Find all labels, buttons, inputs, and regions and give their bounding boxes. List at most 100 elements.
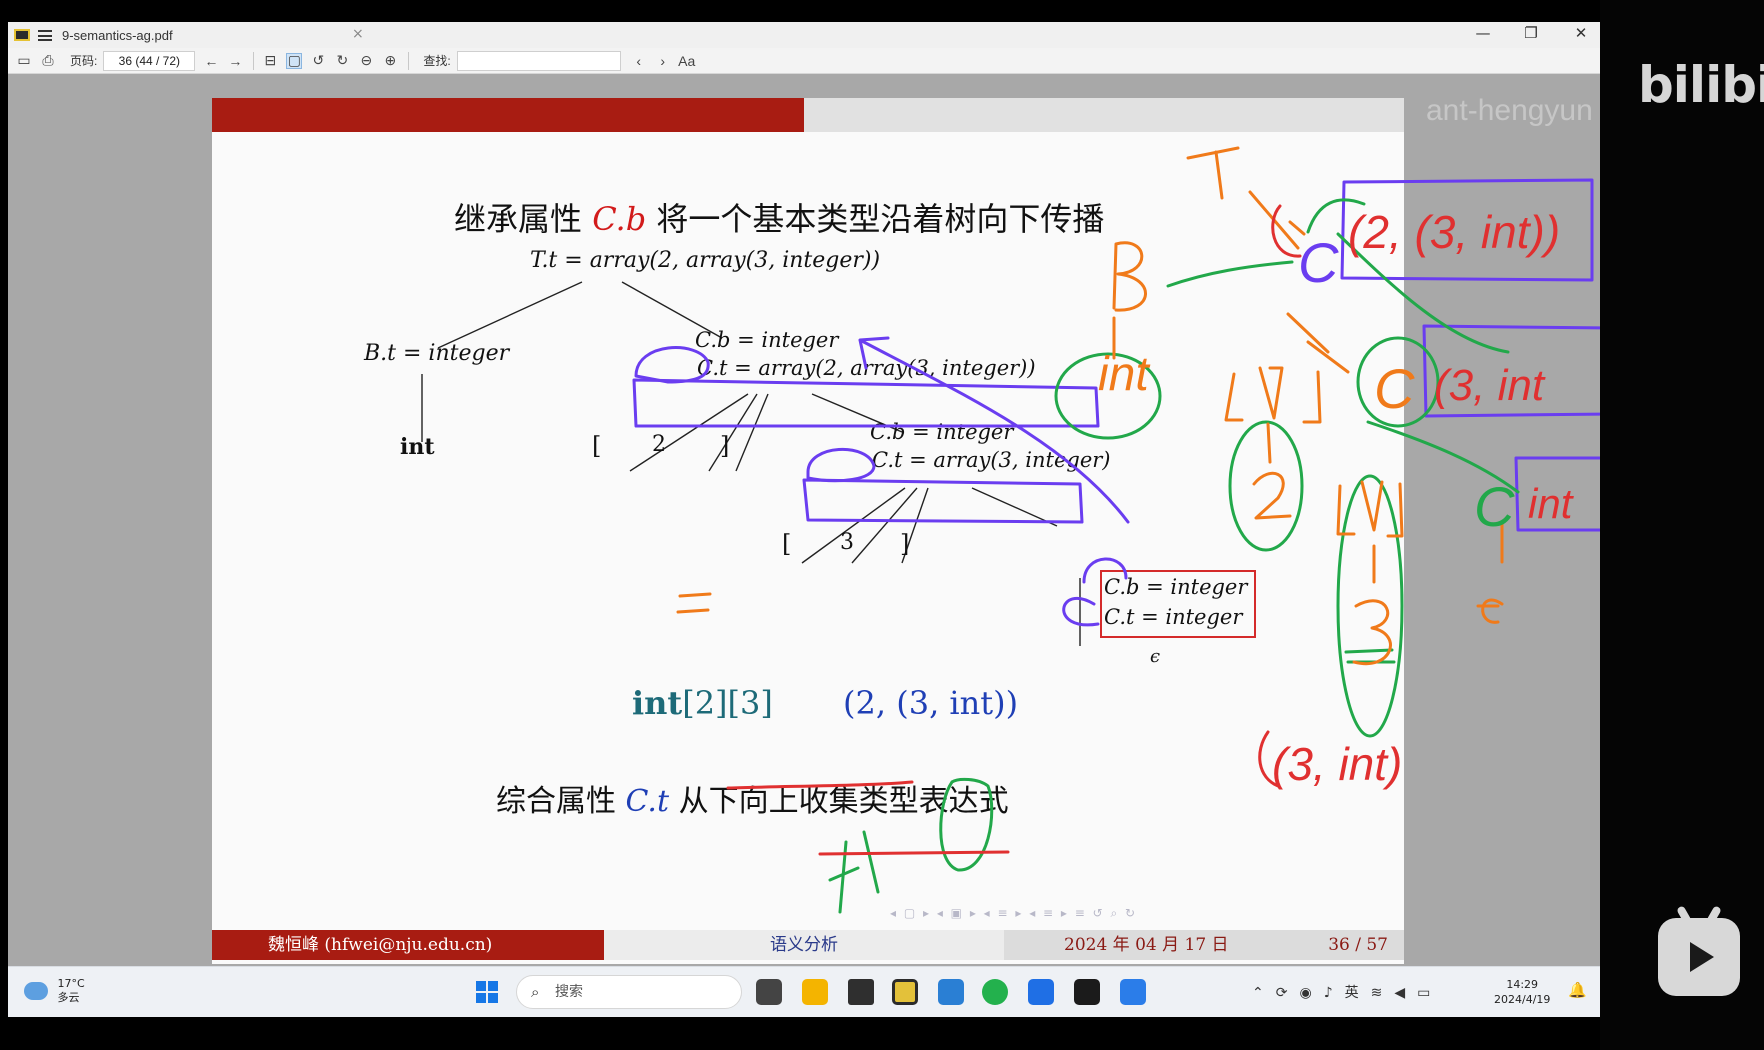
restore-button[interactable]: ❐ bbox=[1516, 24, 1546, 42]
forward-arrow-icon[interactable]: → bbox=[227, 53, 243, 69]
page-label: 页码: bbox=[70, 54, 98, 68]
tree-leaf-rbracket-2: ] bbox=[900, 530, 910, 558]
tree-leaf-2: 2 bbox=[652, 432, 666, 457]
qq-tray-icon[interactable]: ◉ bbox=[1299, 985, 1323, 1001]
clock-date: 2024/4/19 bbox=[1494, 993, 1551, 1006]
slide-page: 继承属性 C.b 将一个基本类型沿着树向下传播 T.t = array(2, a… bbox=[212, 98, 1404, 964]
mic-icon[interactable]: ♪ bbox=[1324, 985, 1345, 1001]
slide-heading: 继承属性 C.b 将一个基本类型沿着树向下传播 bbox=[454, 194, 1104, 240]
file-explorer-icon[interactable] bbox=[802, 979, 828, 1005]
tree-root-node: T.t = array(2, array(3, integer)) bbox=[530, 248, 881, 273]
search-placeholder: 搜索 bbox=[555, 984, 583, 1000]
tree-leaf-lbracket: [ bbox=[592, 432, 602, 460]
play-button-icon[interactable] bbox=[1658, 905, 1740, 996]
find-next-icon[interactable]: › bbox=[655, 53, 671, 69]
qq-icon[interactable] bbox=[1074, 979, 1100, 1005]
open-folder-icon[interactable]: ▭ bbox=[16, 52, 32, 69]
document-tab-title[interactable]: 9-semantics-ag.pdf bbox=[62, 28, 173, 43]
system-tray[interactable]: ⌃⟳◉♪英≋◀▭ bbox=[1252, 982, 1442, 1002]
tree-node-c3-b: C.b = integer bbox=[1104, 575, 1248, 599]
bottom-suffix: 从下向上收集类型表达式 bbox=[678, 784, 1009, 819]
vscode-icon[interactable] bbox=[938, 979, 964, 1005]
weather-temperature: 17°C bbox=[57, 977, 85, 990]
expr-tuple: (2, (3, int)) bbox=[843, 684, 1019, 722]
notification-bell-icon[interactable]: 🔔 bbox=[1568, 981, 1587, 999]
edge-c2-c3 bbox=[971, 487, 1058, 527]
wifi-icon[interactable]: ≋ bbox=[1371, 985, 1395, 1001]
screen: 9-semantics-ag.pdf × — ❐ ✕ ▭ ⎙ 页码: 36 (4… bbox=[8, 22, 1600, 1017]
battery-icon[interactable]: ▭ bbox=[1417, 985, 1442, 1001]
zoom-out-icon[interactable]: ⊖ bbox=[358, 52, 374, 69]
rotate-right-icon[interactable]: ↻ bbox=[334, 52, 350, 69]
tree-leaf-int: int bbox=[400, 434, 435, 460]
weather-description: 多云 bbox=[57, 991, 80, 1004]
edge-c1-rbr bbox=[735, 393, 769, 472]
minimize-button[interactable]: — bbox=[1468, 24, 1498, 42]
heading-variable: C.b bbox=[592, 200, 647, 238]
toolbar: ▭ ⎙ 页码: 36 (44 / 72) ← → ⊟ ▢ ↺ ↻ ⊖ ⊕ 查找:… bbox=[8, 48, 1600, 74]
edge-c1-2 bbox=[708, 393, 758, 472]
type-expression-row: int[2][3] (2, (3, int)) bbox=[632, 684, 1018, 722]
input-language[interactable]: 英 bbox=[1345, 985, 1371, 1001]
footer-date: 2024 年 04 月 17 日 bbox=[1064, 935, 1229, 955]
footer-author: 魏恒峰 (hfwei@nju.edu.cn) bbox=[212, 930, 604, 960]
heading-prefix: 继承属性 bbox=[454, 200, 583, 238]
toolbar-divider bbox=[253, 51, 255, 70]
volume-icon[interactable]: ◀ bbox=[1394, 985, 1417, 1001]
close-button[interactable]: ✕ bbox=[1566, 24, 1596, 42]
chevron-up-icon[interactable]: ⌃ bbox=[1252, 985, 1276, 1001]
footer-page-number: 36 / 57 bbox=[1328, 935, 1388, 955]
print-icon[interactable]: ⎙ bbox=[40, 52, 56, 69]
tree-node-c2-t: C.t = array(3, integer) bbox=[872, 448, 1111, 472]
slide-header-bar-right bbox=[804, 98, 1404, 132]
whiteboard-icon[interactable] bbox=[1120, 979, 1146, 1005]
beamer-navigation-icons[interactable]: ◂ ▢ ▸ ◂ ▣ ▸ ◂ ≡ ▸ ◂ ≡ ▸ ≡ ↺ ⌕ ↻ bbox=[890, 906, 1137, 921]
menu-icon[interactable] bbox=[38, 29, 52, 41]
edge-c1-lbr bbox=[629, 393, 749, 472]
zoom-in-icon[interactable]: ⊕ bbox=[382, 52, 398, 69]
title-bar: 9-semantics-ag.pdf × — ❐ ✕ bbox=[8, 22, 1600, 48]
feishu-icon[interactable] bbox=[1028, 979, 1054, 1005]
tree-node-b: B.t = integer bbox=[364, 341, 510, 366]
tree-node-c1-b: C.b = integer bbox=[695, 328, 839, 352]
fit-width-icon[interactable]: ⊟ bbox=[262, 52, 278, 69]
footer-title: 语义分析 bbox=[604, 930, 1004, 960]
tab-close-icon[interactable]: × bbox=[352, 26, 364, 42]
windows-taskbar: 17°C 多云 ⌕ 搜索 ⌃⟳◉♪英≋◀▭ 14:29 2024/4/19 🔔 bbox=[8, 966, 1600, 1017]
expr-dims: [2][3] bbox=[682, 684, 773, 722]
document-viewer[interactable]: 继承属性 C.b 将一个基本类型沿着树向下传播 T.t = array(2, a… bbox=[8, 74, 1600, 966]
start-button[interactable] bbox=[476, 981, 498, 1003]
find-label: 查找: bbox=[423, 54, 451, 68]
find-previous-icon[interactable]: ‹ bbox=[631, 53, 647, 69]
tree-node-c1-t: C.t = array(2, array(3, integer)) bbox=[697, 356, 1036, 380]
slide-bottom-line: 综合属性 C.t 从下向上收集类型表达式 bbox=[496, 776, 1009, 820]
uploader-watermark: ant-hengyun bbox=[1426, 94, 1593, 127]
tree-node-c3-t: C.t = integer bbox=[1104, 605, 1243, 629]
footer-date-block: 2024 年 04 月 17 日 36 / 57 bbox=[1004, 930, 1404, 960]
taskbar-search[interactable]: ⌕ 搜索 bbox=[516, 975, 742, 1009]
system-clock[interactable]: 14:29 2024/4/19 bbox=[1494, 977, 1550, 1007]
fit-page-icon[interactable]: ▢ bbox=[286, 52, 303, 69]
back-arrow-icon[interactable]: ← bbox=[203, 53, 219, 69]
clock-time: 14:29 bbox=[1506, 978, 1539, 991]
page-number-input[interactable]: 36 (44 / 72) bbox=[103, 50, 196, 71]
wechat-icon[interactable] bbox=[982, 979, 1008, 1005]
tree-leaf-epsilon: ϵ bbox=[1150, 646, 1161, 667]
stack-app-icon[interactable] bbox=[848, 979, 874, 1005]
bilibili-logo: bilibili bbox=[1638, 56, 1764, 114]
task-view-icon[interactable] bbox=[756, 979, 782, 1005]
tree-leaf-3: 3 bbox=[840, 530, 854, 555]
search-icon: ⌕ bbox=[531, 983, 540, 1001]
cloud-icon bbox=[24, 982, 48, 1000]
sync-icon[interactable]: ⟳ bbox=[1276, 985, 1300, 1001]
heading-suffix: 将一个基本类型沿着树向下传播 bbox=[656, 200, 1105, 238]
match-case-toggle[interactable]: Aa bbox=[678, 53, 695, 69]
weather-widget[interactable]: 17°C 多云 bbox=[24, 977, 85, 1005]
slide-header-bar bbox=[212, 98, 804, 132]
rotate-left-icon[interactable]: ↺ bbox=[310, 52, 326, 69]
sumatra-pdf-icon[interactable] bbox=[892, 979, 918, 1005]
tree-leaf-lbracket-2: [ bbox=[782, 530, 792, 558]
bottom-variable: C.t bbox=[625, 784, 670, 819]
find-input[interactable] bbox=[456, 50, 621, 71]
tree-node-c2-b: C.b = integer bbox=[870, 420, 1014, 444]
